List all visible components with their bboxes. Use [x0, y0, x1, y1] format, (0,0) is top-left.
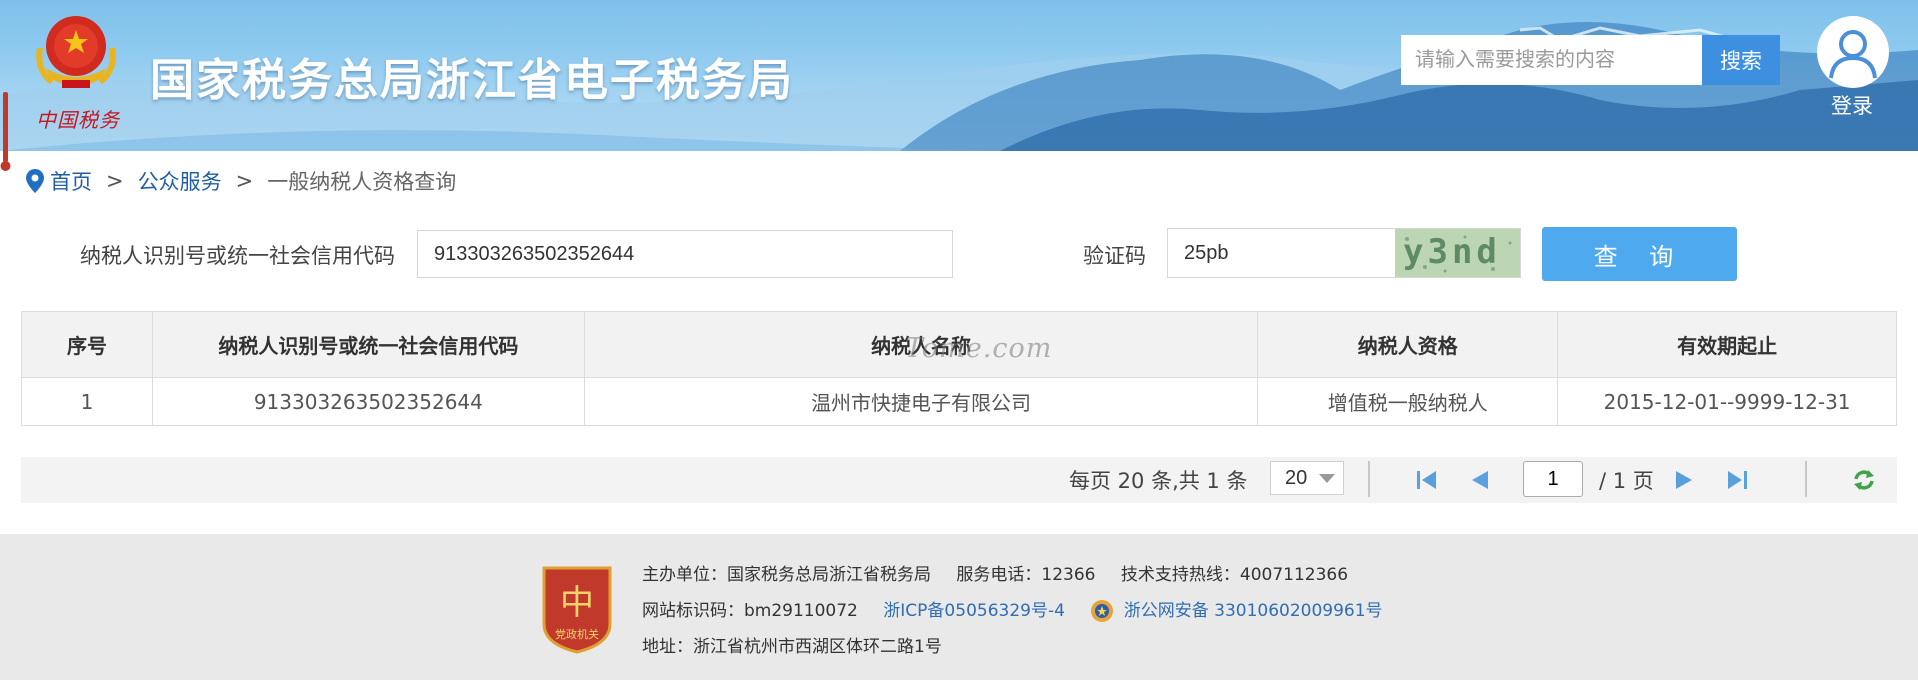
- refresh-icon[interactable]: [1851, 467, 1877, 493]
- footer-support-hotline: 技术支持热线：4007112366: [1120, 565, 1349, 585]
- page-number-input[interactable]: [1523, 461, 1583, 497]
- pager-divider: [1368, 461, 1370, 497]
- prev-page-icon[interactable]: [1467, 467, 1493, 493]
- svg-text:中: 中: [560, 583, 594, 623]
- query-button[interactable]: 查 询: [1542, 227, 1737, 281]
- pagination-info: 每页 20 条,共 1 条: [1069, 469, 1248, 493]
- breadcrumb-separator: >: [106, 169, 124, 193]
- captcha-image[interactable]: y3nd: [1395, 229, 1520, 277]
- first-page-icon[interactable]: [1414, 467, 1440, 493]
- page-size-value: 20: [1285, 467, 1308, 489]
- site-header: 中国税务 国家税务总局浙江省电子税务局 搜索 登录: [0, 0, 1918, 151]
- column-header-validity: 有效期起止: [1557, 311, 1897, 378]
- breadcrumb-public-service-link[interactable]: 公众服务: [138, 166, 222, 196]
- breadcrumb-current: 一般纳税人资格查询: [267, 170, 457, 194]
- table-row: 1 913303263502352644 温州市快捷电子有限公司 增值税一般纳税…: [21, 377, 1897, 426]
- footer-line-1: 主办单位：国家税务总局浙江省税务局 服务电话：12366 技术支持热线：4007…: [642, 560, 1348, 585]
- column-header-tax-id: 纳税人识别号或统一社会信用代码: [151, 311, 585, 378]
- column-header-qualification: 纳税人资格: [1257, 311, 1559, 378]
- footer-site-code: 网站标识码：bm29110072: [642, 601, 858, 621]
- thermometer-icon: [0, 92, 11, 171]
- footer-police-link[interactable]: 浙公网安备 33010602009961号: [1124, 601, 1383, 621]
- cell-tax-id: 913303263502352644: [151, 377, 585, 426]
- breadcrumb-separator: >: [235, 169, 254, 193]
- cell-qualification: 增值税一般纳税人: [1257, 377, 1559, 426]
- police-badge-icon: [1091, 600, 1114, 622]
- breadcrumb-home-link[interactable]: 首页: [50, 166, 92, 196]
- pagination-bar: 每页 20 条,共 1 条 20 / 1 页: [21, 457, 1897, 503]
- search-button[interactable]: 搜索: [1702, 35, 1780, 85]
- breadcrumb: 首页 > 公众服务 > 一般纳税人资格查询: [24, 166, 456, 196]
- total-pages: / 1 页: [1599, 469, 1654, 493]
- watermark: Tome.com: [905, 333, 1053, 364]
- tax-id-input[interactable]: [417, 230, 953, 278]
- pager-divider: [1805, 461, 1807, 497]
- site-footer: 中 党政机关 主办单位：国家税务总局浙江省税务局 服务电话：12366 技术支持…: [0, 534, 1918, 680]
- captcha-label: 验证码: [1083, 244, 1146, 268]
- emblem-caption: 中国税务: [36, 108, 120, 132]
- chevron-down-icon: [1319, 474, 1335, 483]
- page-size-select[interactable]: 20: [1270, 461, 1344, 495]
- footer-address: 地址：浙江省杭州市西湖区体环二路1号: [642, 637, 942, 657]
- cell-index: 1: [21, 377, 153, 426]
- column-header-index: 序号: [21, 311, 153, 378]
- national-emblem-icon: [36, 16, 116, 88]
- login-link[interactable]: 登录: [1831, 90, 1873, 120]
- badge-caption: 党政机关: [555, 627, 599, 641]
- cell-name: 温州市快捷电子有限公司: [583, 377, 1259, 426]
- captcha-text: y3nd: [1403, 232, 1501, 272]
- results-table: 序号 纳税人识别号或统一社会信用代码 纳税人名称 纳税人资格 有效期起止 1 9…: [21, 311, 1897, 426]
- tax-id-label: 纳税人识别号或统一社会信用代码: [80, 244, 395, 268]
- government-badge-icon: 中 党政机关: [542, 566, 612, 654]
- site-title: 国家税务总局浙江省电子税务局: [150, 55, 794, 106]
- footer-icp-link[interactable]: 浙ICP备05056329号-4: [883, 601, 1065, 621]
- next-page-icon[interactable]: [1671, 467, 1697, 493]
- footer-service-phone: 服务电话：12366: [956, 565, 1096, 585]
- user-avatar-icon[interactable]: [1817, 16, 1889, 88]
- location-pin-icon: [26, 169, 44, 193]
- footer-sponsor: 主办单位：国家税务总局浙江省税务局: [642, 565, 931, 585]
- cell-validity: 2015-12-01--9999-12-31: [1557, 377, 1897, 426]
- last-page-icon[interactable]: [1724, 467, 1750, 493]
- footer-line-2: 网站标识码：bm29110072 浙ICP备05056329号-4 浙公网安备 …: [642, 596, 1383, 623]
- search-input[interactable]: [1401, 35, 1702, 85]
